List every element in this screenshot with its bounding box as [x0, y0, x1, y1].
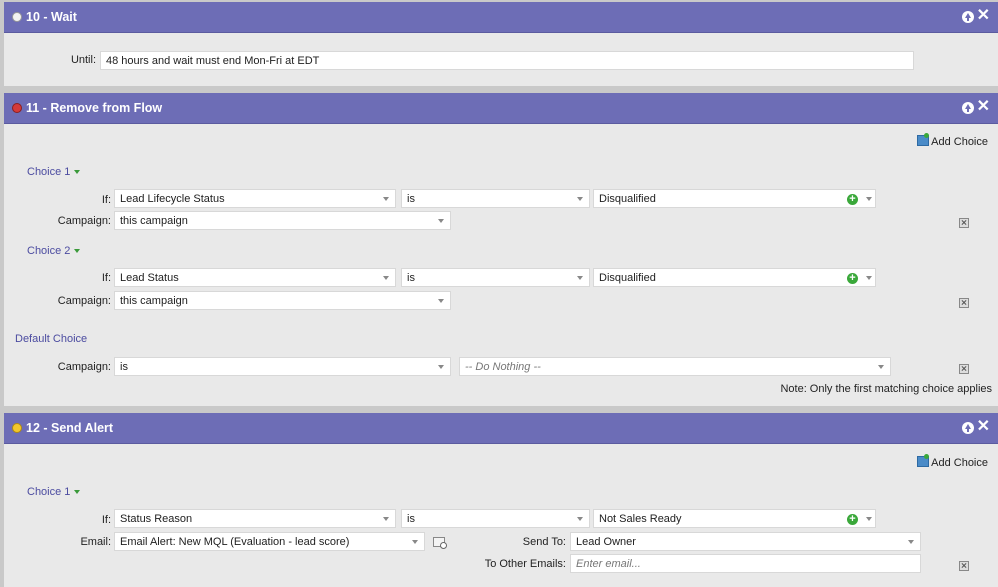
- campaign-label: Campaign:: [57, 295, 111, 307]
- default-choice-label: Default Choice: [15, 333, 88, 345]
- operator-select[interactable]: is: [401, 268, 590, 287]
- move-up-icon[interactable]: [962, 11, 974, 23]
- add-value-icon[interactable]: +: [847, 194, 858, 205]
- default-operator-select[interactable]: is: [114, 357, 451, 376]
- chevron-down-icon[interactable]: [866, 197, 872, 201]
- other-emails-placeholder: Enter email...: [576, 558, 641, 570]
- until-label: Until:: [70, 54, 96, 66]
- attribute-select[interactable]: Lead Status: [114, 268, 396, 287]
- delete-choice-icon[interactable]: [959, 298, 969, 308]
- preview-email-icon[interactable]: [433, 537, 447, 549]
- add-choice-icon: [917, 454, 930, 467]
- add-choice-button[interactable]: Add Choice: [917, 454, 988, 469]
- delete-choice-icon[interactable]: [959, 561, 969, 571]
- operator-select[interactable]: is: [401, 509, 590, 528]
- value-select[interactable]: Disqualified: [593, 268, 876, 287]
- step10-title: 10 - Wait: [26, 10, 77, 24]
- bell-icon: [12, 423, 22, 433]
- other-emails-label: To Other Emails:: [484, 558, 566, 570]
- choice1-label: Choice 1: [27, 486, 71, 498]
- until-field[interactable]: 48 hours and wait must end Mon-Fri at ED…: [100, 51, 914, 70]
- value-select[interactable]: Not Sales Ready: [593, 509, 876, 528]
- close-icon[interactable]: ✕: [977, 6, 990, 26]
- send-to-select[interactable]: Lead Owner: [570, 532, 921, 551]
- choice-note: Note: Only the first matching choice app…: [780, 383, 992, 395]
- close-icon[interactable]: ✕: [977, 97, 990, 117]
- if-label: If:: [101, 194, 111, 206]
- clock-icon: [12, 12, 22, 22]
- step10-header[interactable]: 10 - Wait ✕: [4, 2, 998, 33]
- campaign-select[interactable]: this campaign: [114, 211, 451, 230]
- other-emails-input[interactable]: Enter email...: [570, 554, 921, 573]
- chevron-down-icon: [74, 490, 81, 495]
- email-label: Email:: [80, 536, 111, 548]
- default-campaign-select[interactable]: -- Do Nothing --: [459, 357, 891, 376]
- choice1-toggle[interactable]: Choice 1: [27, 166, 81, 178]
- if-label: If:: [101, 514, 111, 526]
- campaign-select[interactable]: this campaign: [114, 291, 451, 310]
- default-value: -- Do Nothing --: [465, 361, 541, 373]
- chevron-down-icon: [74, 249, 81, 254]
- choice1-toggle[interactable]: Choice 1: [27, 486, 81, 498]
- add-choice-label: Add Choice: [931, 457, 988, 469]
- add-choice-label: Add Choice: [931, 136, 988, 148]
- operator-select[interactable]: is: [401, 189, 590, 208]
- choice1-label: Choice 1: [27, 166, 71, 178]
- move-up-icon[interactable]: [962, 422, 974, 434]
- step11-title: 11 - Remove from Flow: [26, 101, 163, 115]
- close-icon[interactable]: ✕: [977, 417, 990, 437]
- send-to-label: Send To:: [522, 536, 566, 548]
- campaign-label: Campaign:: [57, 361, 111, 373]
- step11-header[interactable]: 11 - Remove from Flow ✕: [4, 93, 998, 124]
- step12-header[interactable]: 12 - Send Alert ✕: [4, 413, 998, 444]
- move-up-icon[interactable]: [962, 102, 974, 114]
- attribute-select[interactable]: Lead Lifecycle Status: [114, 189, 396, 208]
- add-choice-button[interactable]: Add Choice: [917, 133, 988, 148]
- value-select[interactable]: Disqualified: [593, 189, 876, 208]
- chevron-down-icon[interactable]: [866, 517, 872, 521]
- add-choice-icon: [917, 133, 930, 146]
- delete-choice-icon[interactable]: [959, 218, 969, 228]
- chevron-down-icon: [74, 170, 81, 175]
- add-value-icon[interactable]: +: [847, 273, 858, 284]
- step12-title: 12 - Send Alert: [26, 421, 114, 435]
- choice2-toggle[interactable]: Choice 2: [27, 245, 81, 257]
- campaign-label: Campaign:: [57, 215, 111, 227]
- email-select[interactable]: Email Alert: New MQL (Evaluation - lead …: [114, 532, 425, 551]
- if-label: If:: [101, 272, 111, 284]
- chevron-down-icon[interactable]: [866, 276, 872, 280]
- add-value-icon[interactable]: +: [847, 514, 858, 525]
- attribute-select[interactable]: Status Reason: [114, 509, 396, 528]
- choice2-label: Choice 2: [27, 245, 71, 257]
- remove-icon: [12, 103, 22, 113]
- delete-choice-icon[interactable]: [959, 364, 969, 374]
